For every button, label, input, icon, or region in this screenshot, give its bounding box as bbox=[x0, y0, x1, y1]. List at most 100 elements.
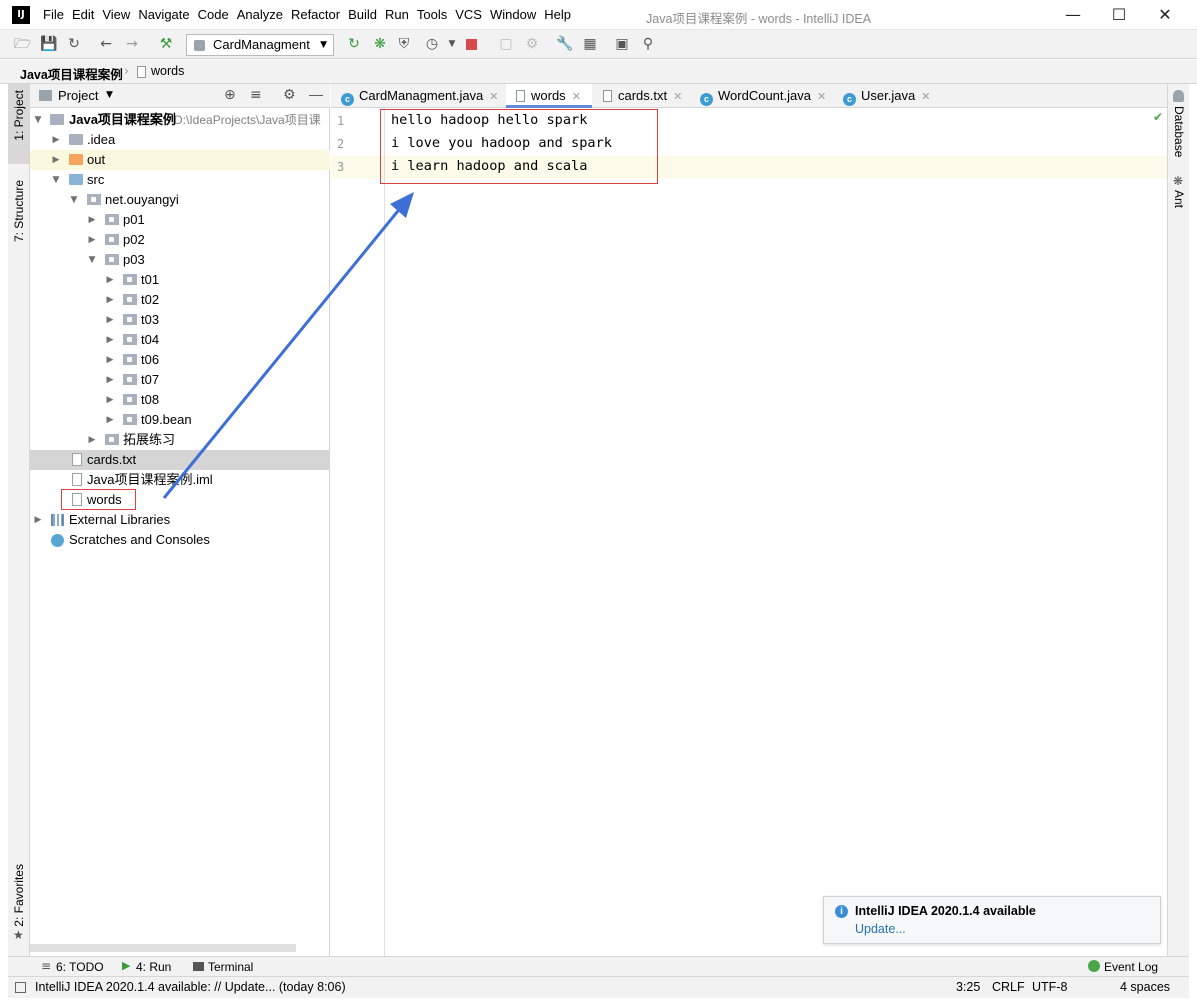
tool-window-project-tab[interactable]: 1: Project bbox=[8, 84, 29, 164]
menu-analyze[interactable]: Analyze bbox=[236, 7, 290, 22]
breadcrumb-project[interactable]: Java项目课程案例 bbox=[20, 64, 123, 83]
close-tab-icon[interactable]: ✕ bbox=[572, 90, 581, 103]
expand-arrow-icon[interactable]: ▶ bbox=[105, 310, 115, 330]
tab-user-java[interactable]: c User.java ✕ bbox=[843, 84, 930, 108]
hide-panel-icon[interactable]: — bbox=[309, 86, 323, 102]
tree-item[interactable]: ▶ External Libraries bbox=[30, 510, 330, 530]
expand-arrow-icon[interactable]: ▼ bbox=[87, 250, 97, 270]
menu-refactor[interactable]: Refactor bbox=[290, 7, 347, 22]
tree-item[interactable]: ▶ out bbox=[30, 150, 330, 170]
minimize-icon[interactable]: — bbox=[1050, 3, 1096, 27]
file-encoding[interactable]: UTF-8 bbox=[1032, 980, 1067, 994]
tab-cards-txt[interactable]: cards.txt ✕ bbox=[603, 84, 682, 108]
tool-window-run[interactable]: 4: Run bbox=[136, 960, 171, 974]
maximize-icon[interactable]: ☐ bbox=[1096, 3, 1142, 27]
run-configuration-select[interactable]: CardManagment ▼ bbox=[186, 34, 334, 56]
project-view-icon bbox=[39, 90, 52, 101]
ant-icon: ❋ bbox=[1173, 174, 1184, 188]
expand-arrow-icon[interactable]: ▼ bbox=[33, 110, 43, 130]
expand-arrow-icon[interactable]: ▶ bbox=[105, 390, 115, 410]
close-tab-icon[interactable]: ✕ bbox=[817, 90, 826, 103]
menu-tools[interactable]: Tools bbox=[416, 7, 454, 22]
chevron-down-icon[interactable]: ▼ bbox=[106, 90, 113, 100]
close-tab-icon[interactable]: ✕ bbox=[921, 90, 930, 103]
wrench-settings-icon[interactable]: 🔧 bbox=[556, 36, 573, 52]
indent-setting[interactable]: 4 spaces bbox=[1120, 980, 1170, 994]
update-link[interactable]: Update... bbox=[855, 922, 906, 936]
tool-window-todo[interactable]: 6: TODO bbox=[56, 960, 104, 974]
vcs-icon[interactable]: ⚙ bbox=[524, 36, 540, 52]
expand-arrow-icon[interactable]: ▶ bbox=[105, 290, 115, 310]
toggle-tool-windows-icon[interactable] bbox=[15, 982, 26, 993]
tree-item[interactable]: Scratches and Consoles bbox=[30, 530, 330, 550]
profile-icon[interactable]: ◷ bbox=[424, 36, 440, 52]
tool-window-event-log[interactable]: Event Log bbox=[1104, 960, 1158, 974]
tab-words[interactable]: words ✕ bbox=[506, 84, 592, 108]
menu-view[interactable]: View bbox=[101, 7, 137, 22]
expand-arrow-icon[interactable]: ▶ bbox=[105, 270, 115, 290]
tool-window-ant-tab[interactable]: Ant bbox=[1172, 190, 1186, 208]
expand-arrow-icon[interactable]: ▶ bbox=[87, 210, 97, 230]
close-tab-icon[interactable]: ✕ bbox=[489, 90, 498, 103]
stop-icon[interactable] bbox=[466, 39, 477, 50]
close-tab-icon[interactable]: ✕ bbox=[673, 90, 682, 103]
locate-target-icon[interactable]: ⊕ bbox=[224, 87, 236, 103]
expand-arrow-icon[interactable]: ▼ bbox=[69, 190, 79, 210]
terminal-window-icon[interactable]: ▣ bbox=[614, 36, 630, 52]
sync-icon[interactable]: ↻ bbox=[66, 36, 82, 52]
line-separator[interactable]: CRLF bbox=[992, 980, 1025, 994]
menu-window[interactable]: Window bbox=[489, 7, 543, 22]
menu-vcs[interactable]: VCS bbox=[454, 7, 489, 22]
expand-arrow-icon[interactable]: ▶ bbox=[87, 230, 97, 250]
attach-icon[interactable]: ▢ bbox=[498, 36, 514, 52]
expand-arrow-icon[interactable]: ▶ bbox=[51, 150, 61, 170]
status-message[interactable]: IntelliJ IDEA 2020.1.4 available: // Upd… bbox=[35, 980, 346, 994]
search-icon[interactable]: ⚲ bbox=[640, 36, 656, 52]
breadcrumb-file[interactable]: words bbox=[151, 64, 184, 78]
coverage-icon[interactable]: ⛨ bbox=[396, 36, 412, 52]
close-icon[interactable]: ✕ bbox=[1142, 3, 1188, 27]
window-title: Java项目课程案例 - words - IntelliJ IDEA bbox=[646, 12, 872, 26]
expand-arrow-icon[interactable]: ▶ bbox=[87, 430, 97, 450]
debug-bug-icon[interactable]: ❋ bbox=[372, 36, 388, 52]
tab-wordcount-java[interactable]: c WordCount.java ✕ bbox=[700, 84, 826, 108]
project-structure-icon[interactable]: ▦ bbox=[582, 36, 598, 52]
horizontal-scrollbar[interactable] bbox=[30, 944, 296, 952]
menu-code[interactable]: Code bbox=[197, 7, 236, 22]
menu-navigate[interactable]: Navigate bbox=[137, 7, 196, 22]
expand-arrow-icon[interactable]: ▶ bbox=[105, 350, 115, 370]
menu-build[interactable]: Build bbox=[347, 7, 384, 22]
tool-window-database-tab[interactable]: Database bbox=[1172, 106, 1186, 157]
tool-window-terminal[interactable]: Terminal bbox=[208, 960, 253, 974]
tab-cardmanagment-java[interactable]: c CardManagment.java ✕ bbox=[341, 84, 499, 108]
tool-window-favorites-tab[interactable]: 2: Favorites bbox=[12, 864, 26, 927]
open-folder-icon[interactable]: 🗁 bbox=[14, 36, 31, 52]
chevron-down-icon[interactable]: ▼ bbox=[444, 36, 460, 52]
tree-root[interactable]: ▼ Java项目课程案例 D:\IdeaProjects\Java项目课 bbox=[30, 110, 330, 130]
expand-arrow-icon[interactable]: ▶ bbox=[105, 370, 115, 390]
expand-arrow-icon[interactable]: ▶ bbox=[105, 330, 115, 350]
tree-item-label: p03 bbox=[123, 252, 145, 267]
tool-window-structure-tab[interactable]: 7: Structure bbox=[12, 180, 26, 242]
project-view-select[interactable]: Project bbox=[58, 88, 98, 103]
expand-arrow-icon[interactable]: ▼ bbox=[51, 170, 61, 190]
caret-position[interactable]: 3:25 bbox=[956, 980, 980, 994]
collapse-all-icon[interactable]: ≡ bbox=[250, 87, 262, 103]
update-notification[interactable]: i IntelliJ IDEA 2020.1.4 available Updat… bbox=[823, 896, 1161, 944]
menu-file[interactable]: File bbox=[42, 7, 71, 22]
menu-help[interactable]: Help bbox=[543, 7, 578, 22]
expand-arrow-icon[interactable]: ▶ bbox=[33, 510, 43, 530]
rerun-icon[interactable]: ↻ bbox=[346, 36, 362, 52]
menu-run[interactable]: Run bbox=[384, 7, 416, 22]
gear-icon[interactable]: ⚙ bbox=[283, 87, 296, 103]
menu-edit[interactable]: Edit bbox=[71, 7, 101, 22]
inspection-ok-check-icon[interactable]: ✔ bbox=[1153, 110, 1163, 124]
editor-area[interactable]: hello hadoop hello spark i love you hado… bbox=[385, 108, 1167, 956]
expand-arrow-icon[interactable]: ▶ bbox=[51, 130, 61, 150]
forward-icon[interactable]: → bbox=[124, 36, 140, 52]
expand-arrow-icon[interactable]: ▶ bbox=[105, 410, 115, 430]
build-hammer-icon[interactable]: ⚒ bbox=[158, 36, 174, 52]
tree-item[interactable]: ▶ .idea bbox=[30, 130, 330, 150]
back-icon[interactable]: ← bbox=[98, 36, 114, 52]
save-icon[interactable]: 💾 bbox=[40, 36, 57, 52]
